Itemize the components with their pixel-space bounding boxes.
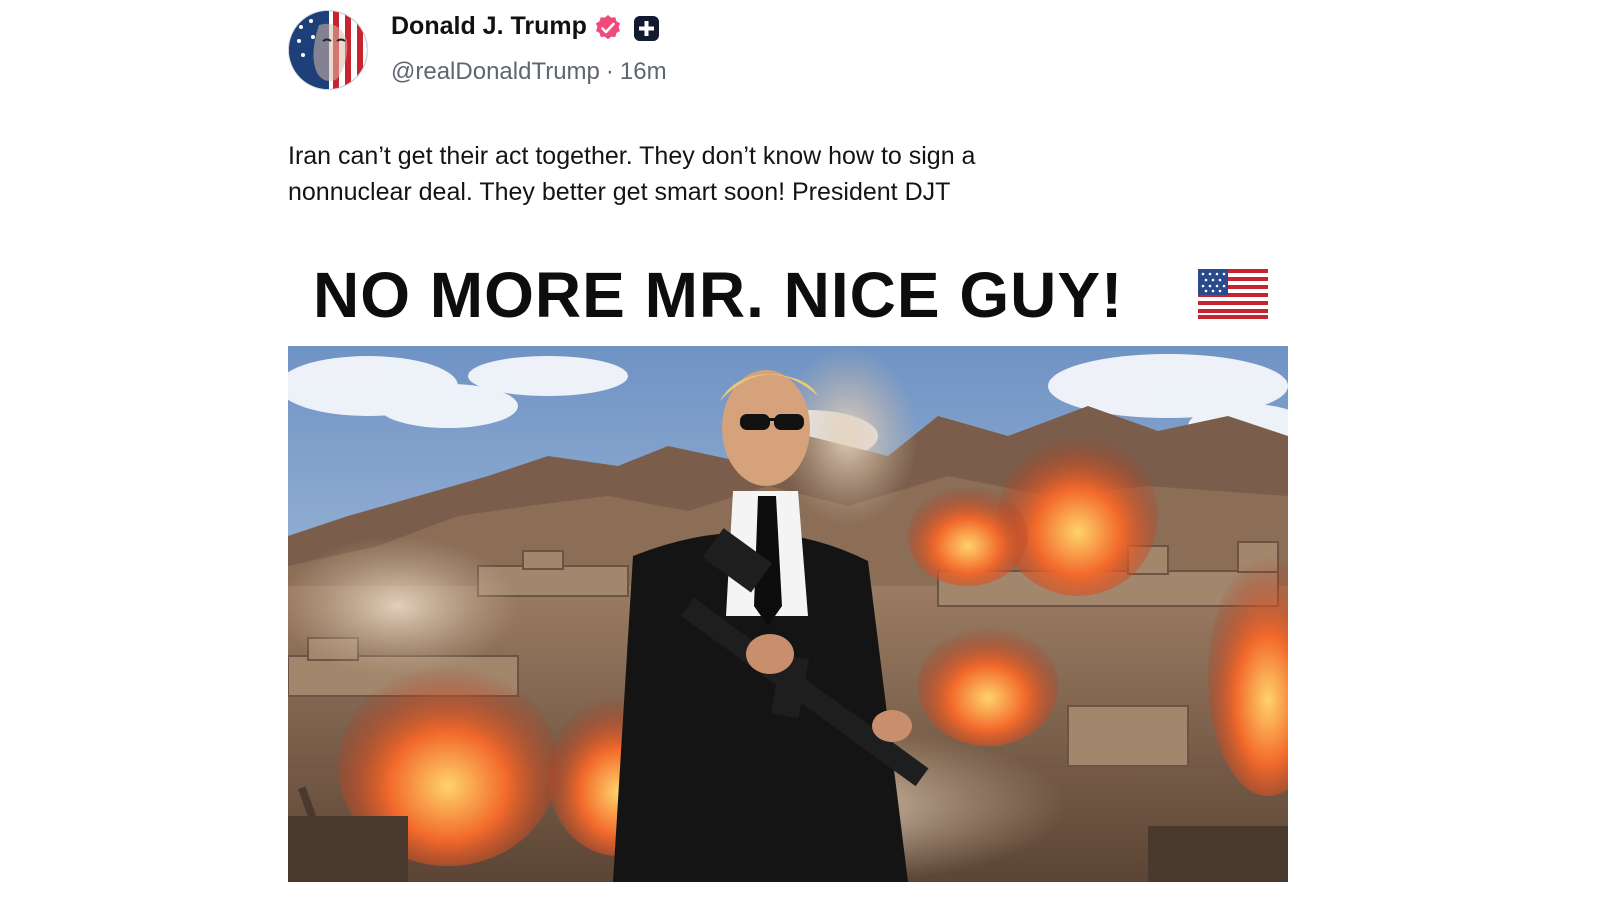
- display-name[interactable]: Donald J. Trump: [391, 12, 587, 41]
- left-margin: [0, 0, 286, 900]
- user-handle[interactable]: @realDonaldTrump: [391, 58, 600, 85]
- media-headline: NO MORE MR. NICE GUY!: [313, 259, 1124, 331]
- post-timestamp[interactable]: 16m: [620, 58, 667, 85]
- us-flag-icon: [1198, 269, 1268, 319]
- post-text-line-1: Iran can’t get their act together. They …: [288, 142, 976, 170]
- post-card: Donald J. Trump @realDonaldTrump · 16m Ira…: [288, 0, 1288, 900]
- right-margin: [1288, 0, 1600, 900]
- plus-badge-icon: [634, 16, 659, 41]
- separator-dot: ·: [605, 58, 614, 85]
- post-text-line-2: nonnuclear deal. They better get smart s…: [288, 178, 951, 206]
- explosion-scene-illustration: [288, 346, 1288, 882]
- post-body: Iran can’t get their act together. They …: [288, 138, 1188, 210]
- avatar-flag-portrait: [289, 11, 367, 89]
- handle-and-time: @realDonaldTrump · 16m: [391, 58, 667, 86]
- post-image[interactable]: [288, 346, 1288, 882]
- screenshot-stage: Donald J. Trump @realDonaldTrump · 16m Ira…: [0, 0, 1600, 900]
- verified-badge-icon: [596, 15, 620, 40]
- media-headline-row: NO MORE MR. NICE GUY!: [288, 255, 1288, 340]
- profile-avatar[interactable]: [288, 10, 368, 90]
